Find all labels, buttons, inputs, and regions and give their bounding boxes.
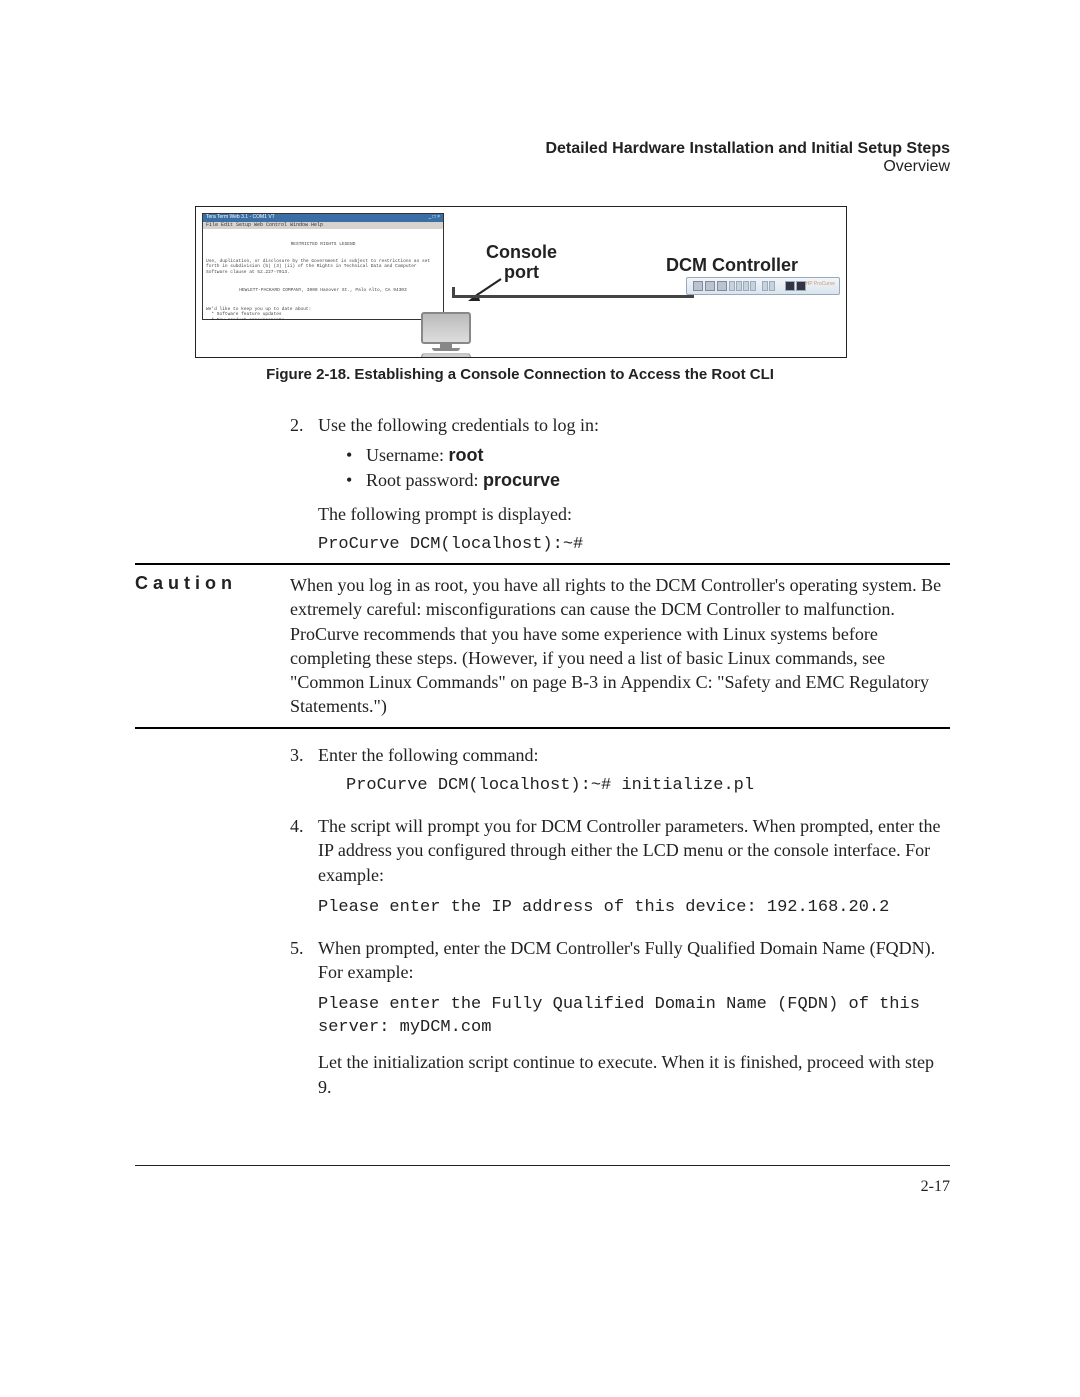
footer-rule: [135, 1165, 950, 1166]
terminal-titlebar: Tera Term Web 3.1 - COM1 VT _ □ ×: [203, 214, 443, 222]
terminal-para3: We'd like to keep you up to date about: …: [206, 307, 440, 321]
username-label: Username:: [366, 445, 448, 465]
console-cable-vert: [452, 287, 455, 297]
bullet-password: • Root password: procurve: [346, 468, 950, 493]
caution-label: Caution: [135, 573, 237, 593]
step-2-text: Use the following credentials to log in:: [318, 413, 950, 437]
window-controls-icon: _ □ ×: [429, 215, 441, 221]
caution-text: When you log in as root, you have all ri…: [290, 565, 950, 727]
terminal-title: Tera Term Web 3.1 - COM1 VT: [206, 215, 275, 221]
figure-frame: Tera Term Web 3.1 - COM1 VT _ □ × File E…: [195, 206, 847, 358]
step-3-code: ProCurve DCM(localhost):~# initialize.pl: [346, 775, 950, 798]
password-value: procurve: [483, 470, 560, 490]
step-5: 5. When prompted, enter the DCM Controll…: [290, 936, 950, 1105]
figure-caption: Figure 2-18. Establishing a Console Conn…: [195, 366, 845, 383]
terminal-body: RESTRICTED RIGHTS LEGEND Use, duplicatio…: [203, 229, 443, 320]
step-number: 3.: [290, 743, 318, 808]
caution-rule-bottom: [135, 727, 950, 729]
console-port-label: Console port: [486, 242, 557, 282]
bullet-username: • Username: root: [346, 443, 950, 468]
step-3-text: Enter the following command:: [318, 743, 950, 767]
step-3: 3. Enter the following command: ProCurve…: [290, 743, 950, 808]
password-label: Root password:: [366, 470, 483, 490]
terminal-para1: Use, duplication, or disclosure by the G…: [206, 259, 440, 276]
step-4: 4. The script will prompt you for DCM Co…: [290, 814, 950, 930]
page-number: 2-17: [135, 1178, 950, 1196]
workstation-icon: [416, 312, 476, 358]
terminal-heading: RESTRICTED RIGHTS LEGEND: [206, 242, 440, 248]
terminal-window: Tera Term Web 3.1 - COM1 VT _ □ × File E…: [202, 213, 444, 320]
header-title: Detailed Hardware Installation and Initi…: [135, 140, 950, 158]
console-cable: [452, 295, 694, 298]
dcm-device: HP ProCurve: [686, 277, 840, 295]
step-2: 2. Use the following credentials to log …: [290, 413, 950, 557]
step-number: 2.: [290, 413, 318, 557]
dcm-controller-label: DCM Controller: [666, 255, 798, 276]
header-subtitle: Overview: [135, 158, 950, 176]
step-5-code: Please enter the Fully Qualified Domain …: [318, 994, 950, 1040]
step-5-after: Let the initialization script continue t…: [318, 1050, 950, 1099]
terminal-para2: HEWLETT-PACKARD COMPANY, 3000 Hanover St…: [206, 288, 440, 294]
caution-block: Caution When you log in as root, you hav…: [135, 565, 950, 727]
page-header: Detailed Hardware Installation and Initi…: [135, 140, 950, 176]
step-4-code: Please enter the IP address of this devi…: [318, 897, 950, 920]
step-number: 4.: [290, 814, 318, 930]
step-4-text: The script will prompt you for DCM Contr…: [318, 814, 950, 887]
step-5-text: When prompted, enter the DCM Controller'…: [318, 936, 950, 985]
terminal-menubar: File Edit Setup Web Control Window Help: [203, 222, 443, 230]
step-2-code: ProCurve DCM(localhost):~#: [318, 534, 950, 557]
arrow-icon: [466, 277, 506, 307]
step-number: 5.: [290, 936, 318, 1105]
device-brand-label: HP ProCurve: [806, 281, 835, 287]
step-2-after: The following prompt is displayed:: [318, 502, 950, 526]
username-value: root: [448, 445, 483, 465]
